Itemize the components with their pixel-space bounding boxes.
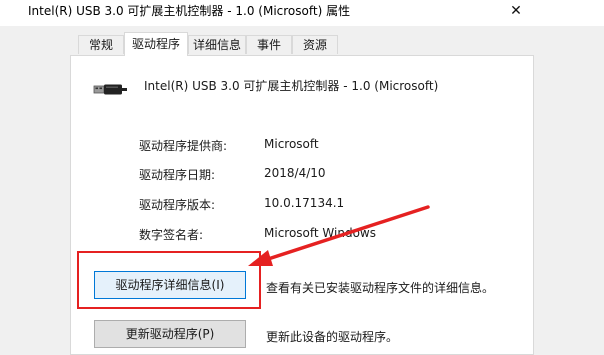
red-arrow-annotation (248, 205, 430, 266)
